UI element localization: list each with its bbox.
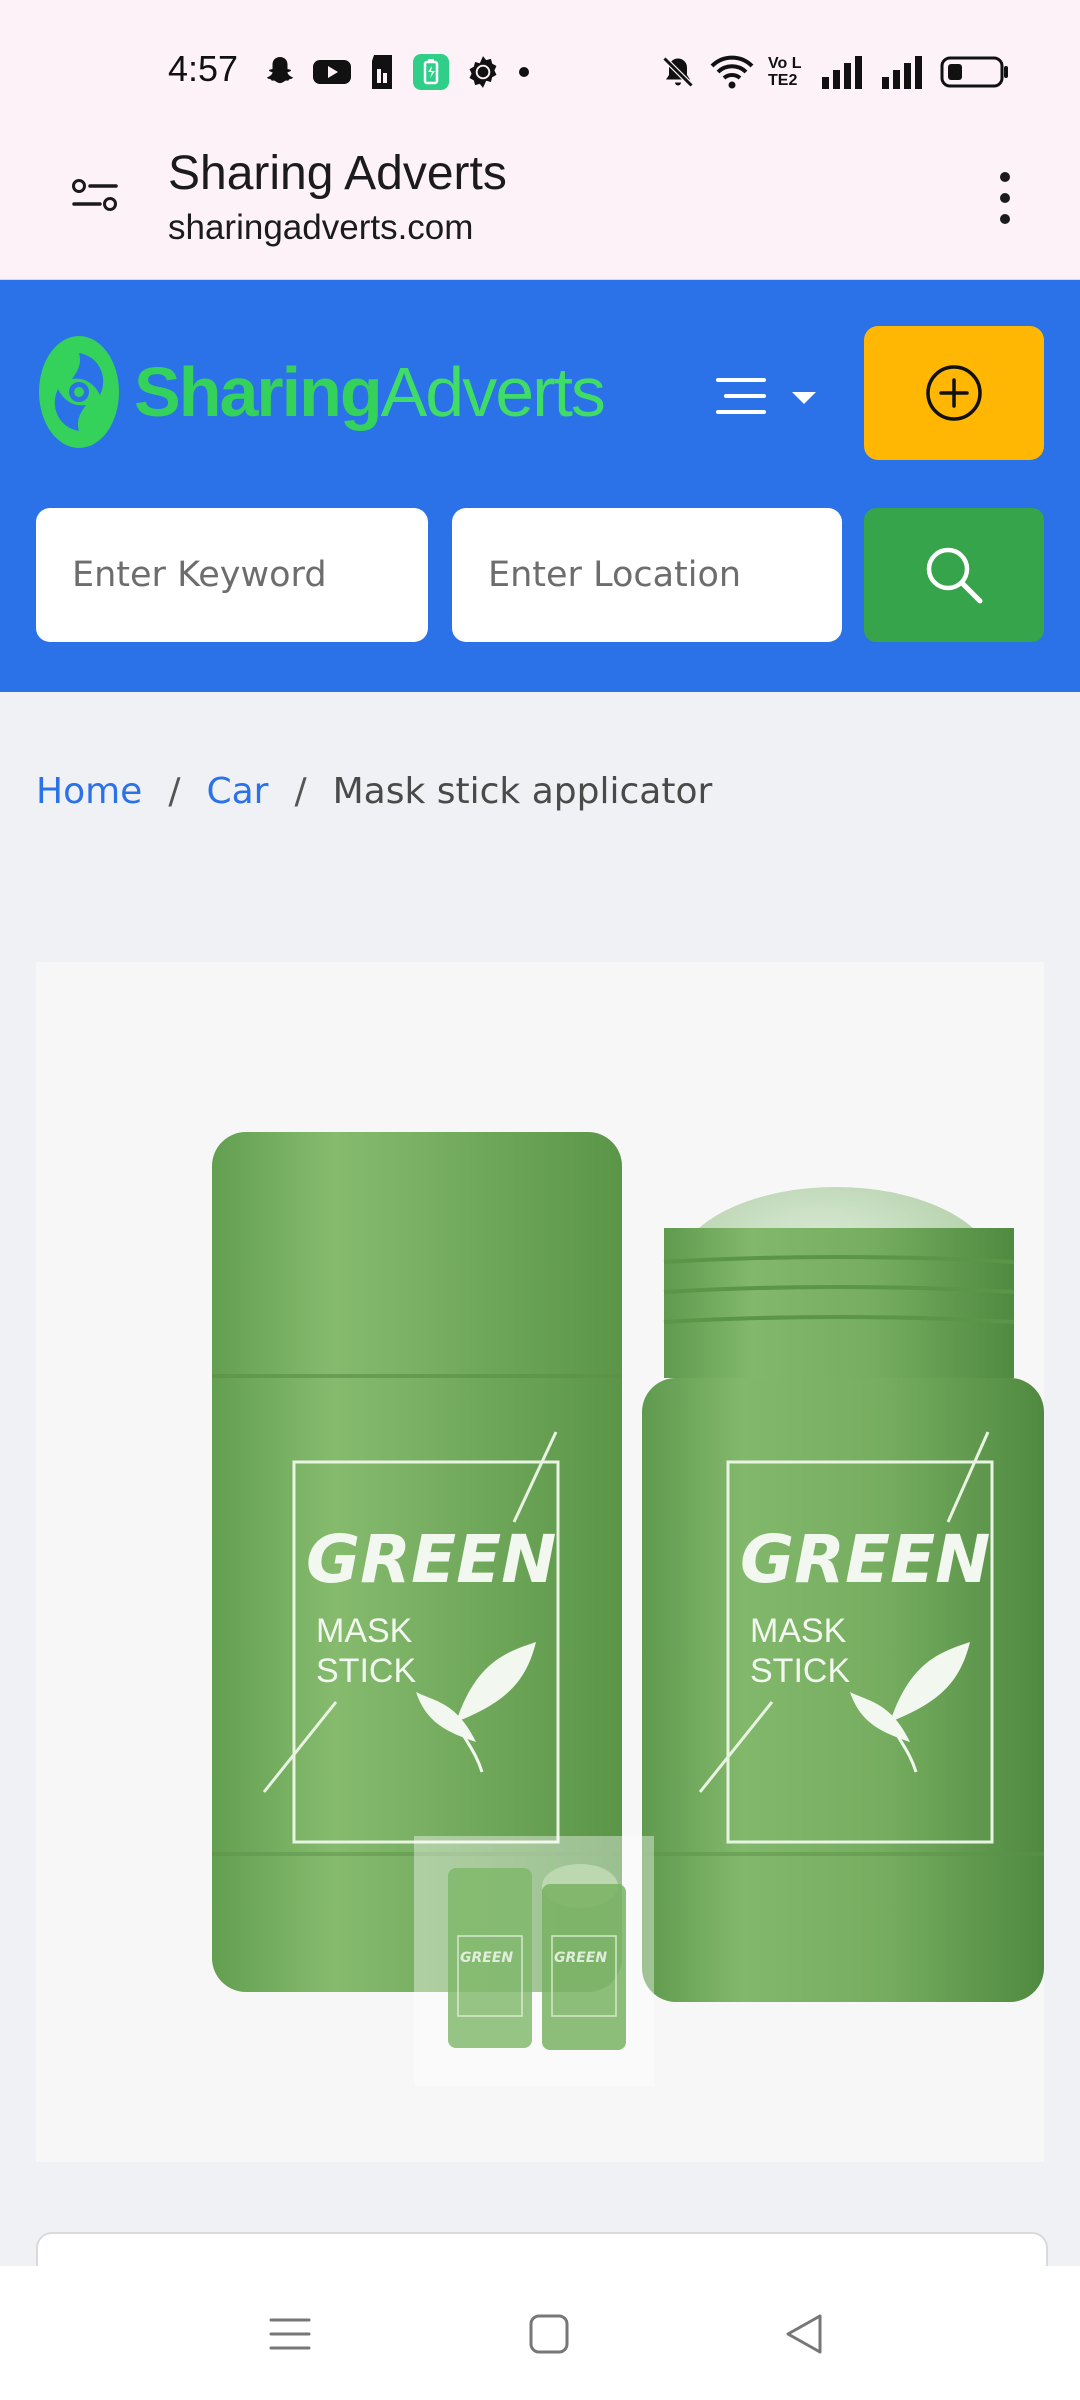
location-placeholder: Enter Location	[488, 555, 742, 595]
snapchat-icon	[267, 57, 293, 84]
post-ad-button[interactable]	[864, 326, 1044, 460]
keyword-input[interactable]: Enter Keyword	[36, 508, 428, 642]
page-title: Sharing Adverts	[168, 147, 507, 200]
youtube-icon	[313, 60, 351, 84]
product-image-gallery[interactable]: GREEN MASK STICK GREEN MASK STICK GREEN …	[36, 962, 1044, 2162]
breadcrumb-car-link[interactable]: Car	[206, 771, 268, 812]
status-bar: 4:57 Vo LTE2	[0, 0, 1080, 128]
site-logo[interactable]: SharingAdverts	[36, 332, 606, 452]
menu-toggle-button[interactable]	[714, 368, 824, 424]
mute-bell-icon	[662, 56, 694, 88]
breadcrumb-separator: /	[168, 770, 181, 812]
home-icon[interactable]	[524, 2310, 574, 2358]
thumb-brand-text: GREEN	[460, 1950, 513, 1966]
wifi-icon	[710, 55, 754, 89]
breadcrumb-home-link[interactable]: Home	[36, 771, 142, 812]
recent-apps-icon[interactable]	[265, 2310, 315, 2358]
signal-icon	[822, 56, 862, 89]
dot-icon	[519, 67, 529, 77]
product-line2-text: STICK	[316, 1652, 416, 1690]
breadcrumb: Home / Car / Mask stick applicator	[36, 766, 712, 816]
location-input[interactable]: Enter Location	[452, 508, 842, 642]
plus-circle-icon	[926, 365, 982, 421]
breadcrumb-separator: /	[294, 770, 307, 812]
product-line1-text: MASK	[316, 1612, 413, 1650]
page-settings-icon[interactable]	[70, 170, 120, 220]
thumbnail-image: GREEN GREEN	[448, 1864, 626, 2050]
keyword-placeholder: Enter Keyword	[72, 555, 327, 595]
system-icons: Vo LTE2	[660, 52, 1010, 92]
sim-card-icon	[372, 55, 392, 89]
search-button[interactable]	[864, 508, 1044, 642]
hamburger-menu-icon	[716, 378, 816, 414]
settings-gear-icon	[469, 56, 497, 88]
logo-text-sharing: Sharing	[134, 353, 383, 431]
back-icon[interactable]	[780, 2310, 830, 2358]
product-line2-text: STICK	[750, 1652, 850, 1690]
status-time: 4:57	[168, 48, 239, 89]
breadcrumb-current: Mask stick applicator	[332, 770, 713, 812]
battery-icon	[940, 56, 1008, 88]
system-nav-bar	[0, 2266, 1080, 2400]
page-url[interactable]: sharingadverts.com	[168, 208, 473, 248]
logo-text-adverts: Adverts	[380, 353, 606, 431]
logo-mark-icon	[39, 336, 119, 448]
signal-icon	[882, 56, 922, 89]
gallery-thumbnail[interactable]: GREEN GREEN	[414, 1836, 654, 2086]
thumb-brand-text: GREEN	[554, 1950, 607, 1966]
logo-wordmark: SharingAdverts	[134, 357, 606, 427]
browser-toolbar: Sharing Adverts sharingadverts.com	[0, 128, 1080, 281]
product-brand-text: GREEN	[306, 1521, 556, 1598]
battery-saver-icon	[413, 54, 449, 90]
search-icon	[926, 547, 983, 604]
product-brand-text: GREEN	[740, 1521, 990, 1598]
volte-icon: Vo LTE2	[768, 55, 802, 89]
more-options-icon[interactable]	[990, 168, 1020, 228]
site-header: SharingAdverts Enter Keyword Enter Locat…	[0, 280, 1080, 692]
notification-icons	[262, 52, 532, 92]
product-line1-text: MASK	[750, 1612, 847, 1650]
